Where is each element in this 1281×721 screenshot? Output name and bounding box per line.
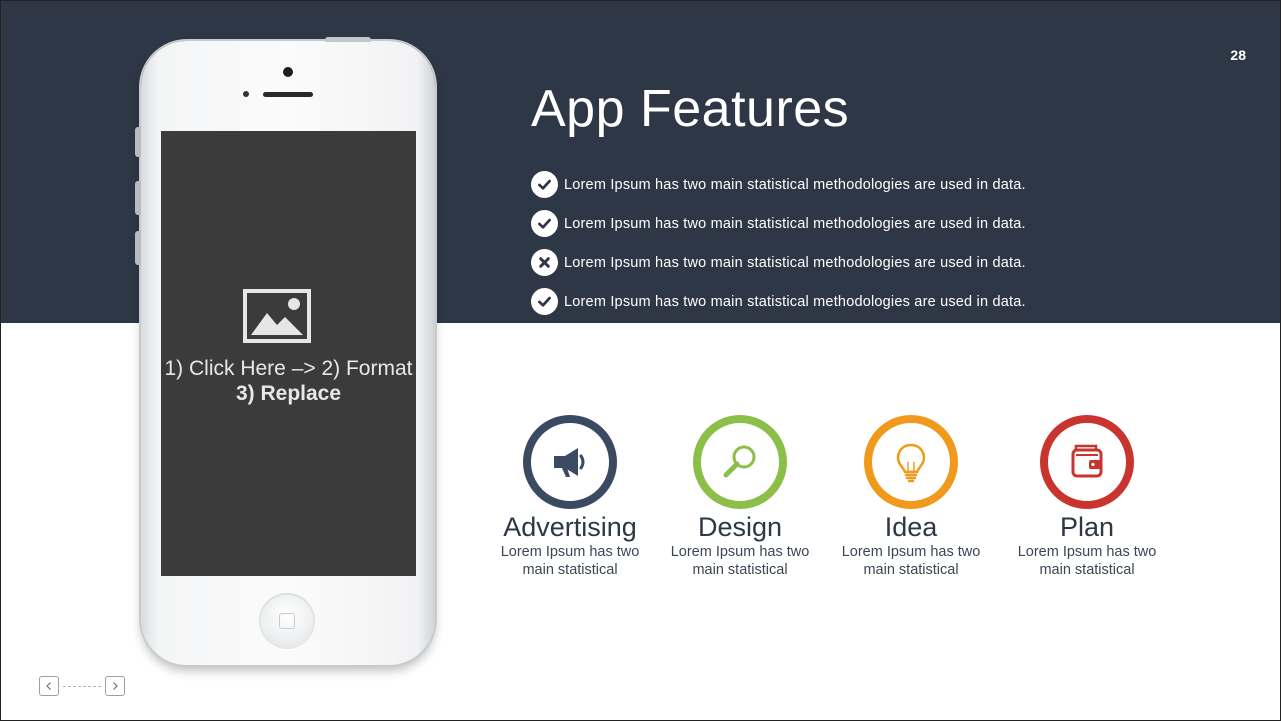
feature-text: Lorem Ipsum has two main statistical met… — [564, 215, 1026, 232]
placeholder-instruction: 1) Click Here –> 2) Format — [164, 357, 413, 380]
wallet-icon — [1040, 415, 1134, 509]
category-advertising: Advertising Lorem Ipsum has two main sta… — [485, 415, 655, 579]
power-button — [325, 37, 371, 42]
category-description-line: main statistical — [1039, 562, 1135, 578]
slide: 28 App Features Lorem Ipsum has two main… — [0, 0, 1281, 721]
category-title: Advertising — [503, 512, 637, 542]
image-icon — [243, 289, 311, 343]
placeholder-instruction-bold: 3) Replace — [235, 382, 342, 405]
megaphone-icon — [523, 415, 617, 509]
feature-item: Lorem Ipsum has two main statistical met… — [531, 204, 1026, 243]
home-button — [259, 593, 315, 649]
x-circle-icon — [531, 249, 558, 276]
feature-item: Lorem Ipsum has two main statistical met… — [531, 282, 1026, 321]
category-description-line: Lorem Ipsum has two — [670, 544, 810, 560]
nav-divider — [63, 685, 101, 687]
category-description: Lorem Ipsum has two main statistical — [490, 543, 650, 579]
category-design: Design Lorem Ipsum has two main statisti… — [655, 415, 825, 579]
check-circle-icon — [531, 171, 558, 198]
volume-down-button — [135, 231, 141, 265]
camera — [283, 67, 293, 77]
category-description-line: Lorem Ipsum has two — [500, 544, 640, 560]
check-circle-icon — [531, 210, 558, 237]
category-description-line: main statistical — [692, 562, 788, 578]
chevron-right-icon — [113, 682, 118, 690]
category-description-line: Lorem Ipsum has two — [1017, 544, 1157, 560]
sensor — [243, 91, 249, 97]
image-placeholder[interactable]: 1) Click Here –> 2) Format 3) Replace — [161, 131, 416, 576]
phone-mockup: 1) Click Here –> 2) Format 3) Replace — [135, 37, 435, 665]
next-slide-button[interactable] — [105, 676, 125, 696]
magnifier-icon — [693, 415, 787, 509]
feature-item: Lorem Ipsum has two main statistical met… — [531, 165, 1026, 204]
volume-up-button — [135, 181, 141, 215]
lightbulb-icon — [864, 415, 958, 509]
feature-item: Lorem Ipsum has two main statistical met… — [531, 243, 1026, 282]
category-title: Idea — [884, 512, 938, 542]
home-square-icon — [279, 613, 295, 629]
page-number: 28 — [1230, 47, 1246, 63]
feature-text: Lorem Ipsum has two main statistical met… — [564, 176, 1026, 193]
category-title: Design — [697, 512, 783, 542]
category-description-line: main statistical — [863, 562, 959, 578]
category-description-line: main statistical — [522, 562, 618, 578]
speaker — [263, 92, 313, 97]
feature-list: Lorem Ipsum has two main statistical met… — [531, 165, 1026, 321]
category-description-line: Lorem Ipsum has two — [841, 544, 981, 560]
category-plan: Plan Lorem Ipsum has two main statistica… — [1002, 415, 1172, 579]
check-circle-icon — [531, 288, 558, 315]
mute-switch — [135, 127, 141, 157]
category-description: Lorem Ipsum has two main statistical — [831, 543, 991, 579]
category-description: Lorem Ipsum has two main statistical — [660, 543, 820, 579]
slide-title: App Features — [531, 80, 850, 138]
slide-navigation — [39, 676, 125, 696]
prev-slide-button[interactable] — [39, 676, 59, 696]
category-description: Lorem Ipsum has two main statistical — [1007, 543, 1167, 579]
feature-text: Lorem Ipsum has two main statistical met… — [564, 254, 1026, 271]
feature-text: Lorem Ipsum has two main statistical met… — [564, 293, 1026, 310]
category-idea: Idea Lorem Ipsum has two main statistica… — [826, 415, 996, 579]
chevron-left-icon — [46, 682, 51, 690]
category-title: Plan — [1059, 512, 1115, 542]
